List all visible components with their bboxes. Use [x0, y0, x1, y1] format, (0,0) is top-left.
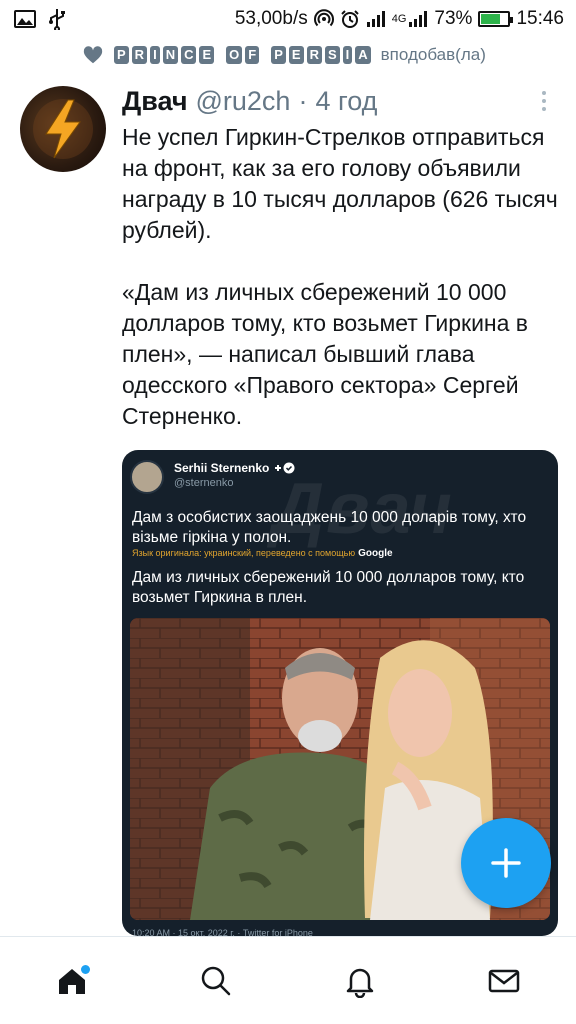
author-handle[interactable]: @ru2ch — [196, 86, 291, 117]
heart-icon — [83, 46, 103, 64]
name-letter: P — [271, 46, 286, 64]
alarm-icon — [340, 9, 360, 29]
embedded-author-name: Serhii Sternenko — [174, 461, 270, 475]
embedded-handle: @sternenko — [174, 477, 234, 489]
clock: 15:46 — [516, 8, 564, 29]
search-icon — [201, 966, 231, 995]
messages-icon — [488, 969, 520, 992]
liked-by-name: PRINCEOFPERSIA — [114, 46, 371, 64]
separator: · — [298, 85, 308, 116]
battery-icon — [478, 11, 514, 27]
embedded-text-original: Дам з особистих заощаджень 10 000 доларі… — [132, 509, 527, 546]
embedded-footer: 10:20 AM · 15 окт. 2022 г. · Twitter for… — [132, 928, 313, 936]
status-left — [14, 8, 66, 30]
name-letter: A — [355, 46, 371, 64]
google-brand: Google — [358, 548, 393, 559]
net-speed: 53,00b/s — [234, 8, 308, 29]
hotspot-icon — [313, 9, 334, 29]
translation-note: Язык оригинала: украинский, переведено с… — [132, 548, 393, 559]
name-letter: E — [199, 46, 215, 64]
letter-gap — [217, 46, 223, 64]
name-letter: S — [324, 46, 340, 64]
name-letter: R — [131, 46, 148, 64]
name-letter: I — [342, 46, 353, 64]
network-type: 4G — [391, 13, 407, 25]
lightning-logo-icon — [33, 99, 93, 159]
image-icon — [14, 10, 36, 28]
name-letter: R — [306, 46, 322, 64]
liked-by-action: вподобав(ла) — [380, 45, 486, 64]
battery-fill — [481, 14, 501, 24]
letter-gap — [262, 46, 268, 64]
name-letter: N — [162, 46, 179, 64]
compose-button[interactable] — [461, 818, 551, 908]
translation-note-text: Язык оригинала: украинский, переведено с… — [132, 548, 356, 558]
nav-notifications[interactable] — [330, 951, 390, 1011]
tweet-time[interactable]: 4 год — [315, 86, 377, 117]
name-letter: I — [150, 46, 160, 64]
tweet-header: Двач @ru2ch · 4 год — [122, 82, 556, 120]
status-right: 53,00b/s 4G 73% 15:46 — [235, 8, 564, 30]
name-letter: C — [181, 46, 197, 64]
signal-icon — [366, 10, 386, 28]
nav-messages[interactable] — [474, 951, 534, 1011]
bottom-nav — [0, 936, 576, 1024]
name-letter: F — [245, 46, 260, 64]
battery-percent: 73% — [434, 8, 473, 29]
tweet-paragraph-2: «Дам из личных сбережений 10 000 долларо… — [122, 279, 529, 429]
more-options-icon[interactable] — [532, 86, 556, 116]
avatar[interactable] — [20, 86, 106, 172]
tweet-paragraph-1: Не успел Гиркин-Стрелков отправиться на … — [122, 124, 558, 243]
usb-icon — [48, 8, 66, 30]
unread-dot — [81, 964, 90, 974]
name-letter: O — [226, 46, 243, 64]
signal-4g-icon — [408, 10, 428, 28]
nav-search[interactable] — [186, 951, 246, 1011]
nav-home[interactable] — [42, 951, 102, 1011]
liked-by-row[interactable]: PRINCEOFPERSIA вподобав(ла) — [82, 40, 486, 70]
plus-icon — [491, 848, 521, 878]
tweet-text: Не успел Гиркин-Стрелков отправиться на … — [122, 122, 562, 432]
embedded-author: Serhii Sternenko — [174, 461, 295, 475]
status-bar: 53,00b/s 4G 73% 15:46 — [0, 0, 576, 38]
embedded-text-translated: Дам из личных сбережений 10 000 долларов… — [132, 569, 525, 606]
embedded-avatar — [130, 460, 164, 494]
name-letter: E — [288, 46, 304, 64]
flag-verified-icon — [275, 462, 295, 474]
name-letter: P — [114, 46, 129, 64]
author-name[interactable]: Двач — [122, 86, 188, 117]
notifications-icon — [346, 968, 374, 998]
